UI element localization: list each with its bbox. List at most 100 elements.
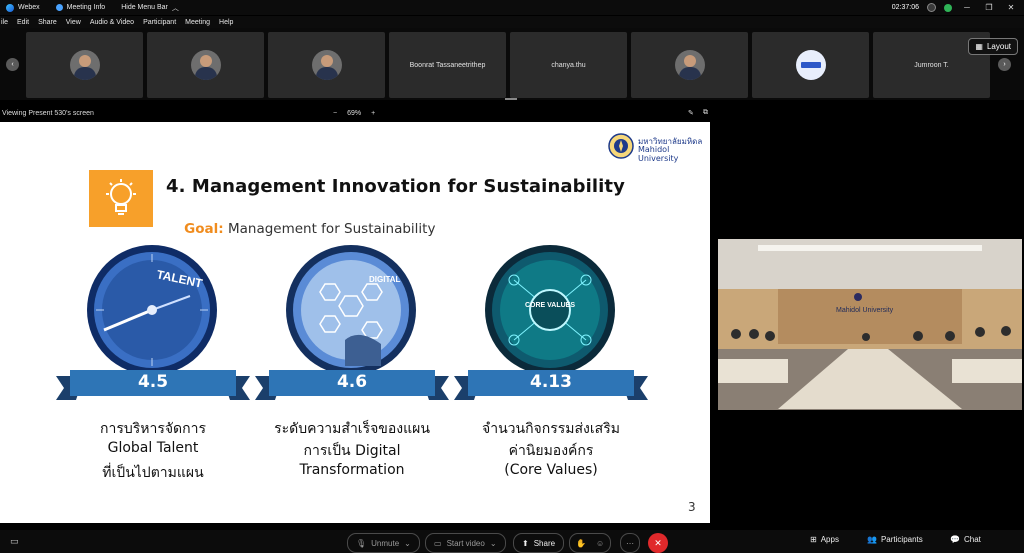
chat-button[interactable]: 💬 Chat [950,535,981,544]
menu-meeting[interactable]: Meeting [185,19,210,26]
layout-label: Layout [986,42,1011,51]
meeting-info-button[interactable]: Meeting Info [55,4,106,11]
close-icon: ✕ [654,537,662,548]
menu-audio-video[interactable]: Audio & Video [90,19,134,26]
apps-label: Apps [820,535,839,544]
slide-title: 4. Management Innovation for Sustainabil… [166,176,625,197]
participant-strip: ‹ Boonrat Tassaneetrithep chanya.thu Jum… [0,28,1024,100]
participant-tile[interactable] [752,32,869,98]
goal-label: Goal: [184,221,224,237]
app-name: Webex [18,4,40,11]
menu-edit[interactable]: Edit [17,19,29,26]
emoji-icon: ☺ [595,538,605,548]
share-screen-icon: ⬆ [522,538,529,548]
more-icon: ⋯ [626,538,634,548]
participant-name: Jumroon T. [914,61,949,69]
menu-help[interactable]: Help [219,19,233,26]
participants-button[interactable]: 👥 Participants [867,535,923,544]
popout-icon[interactable]: ⧉ [703,109,708,117]
layout-button[interactable]: ▦ Layout [968,38,1018,55]
shield-icon [55,4,63,11]
webex-app-menu[interactable]: Webex [6,3,40,12]
menu-view[interactable]: View [66,19,81,26]
share-view-bar: Viewing Present 530's screen − 69% + ✎ ⧉ [0,106,720,120]
share-label: Share [533,538,556,548]
more-options-button[interactable]: ⋯ [620,533,640,553]
chevron-up-icon: ︿ [171,4,179,12]
connection-status-icon [944,3,952,12]
hide-menu-label: Hide Menu Bar [121,4,168,11]
menu-participant[interactable]: Participant [143,19,176,26]
scroll-left-button[interactable]: ‹ [6,58,19,71]
restore-icon[interactable]: ❐ [982,3,996,12]
meeting-info-label: Meeting Info [66,4,106,11]
avatar [69,50,100,80]
avatar [674,50,705,80]
zoom-out-button[interactable]: − [333,110,337,117]
scroll-right-button[interactable]: › [998,58,1011,71]
apps-icon: ⊞ [810,535,817,544]
meeting-control-bar: ▭ 🎙 Unmute ⌄ ▭ Start video ⌄ ⬆ Share ✋ ☺… [0,530,1024,553]
university-name-english: Mahidol University [638,145,679,163]
chat-icon: 💬 [950,535,960,544]
captions-icon[interactable]: ▭ [10,536,19,547]
microphone-muted-icon: 🎙 [356,538,367,548]
room-scene [718,239,1022,410]
participant-tile[interactable] [631,32,748,98]
talent-compass-image: TALENT [87,245,217,375]
kpi-code: 4.6 [336,372,368,392]
apps-button[interactable]: ⊞ Apps [810,535,839,544]
participant-name: Boonrat Tassaneetrithep [409,61,486,69]
core-values-image-text: CORE VALUES [525,302,575,309]
shared-screen: มหาวิทยาลัยมหิดล Mahidol University 4. M… [0,122,710,523]
annotate-icon[interactable]: ✎ [688,109,694,117]
title-bar: Webex Meeting Info Hide Menu Bar ︿ 02:37… [0,0,1024,15]
kpi-code: 4.5 [137,372,169,392]
start-video-label: Start video [446,538,485,548]
chevron-right-icon: › [1003,61,1006,68]
participants-label: Participants [880,535,923,544]
minimize-icon[interactable]: ─ [960,3,974,12]
chevron-left-icon: ‹ [11,61,14,68]
zoom-controls: − 69% + [333,110,375,117]
webex-logo-icon [6,3,14,12]
menu-share[interactable]: Share [38,19,57,26]
strip-resize-handle[interactable] [505,98,517,100]
meeting-timer: 02:37:06 [891,4,919,11]
hide-menu-bar-button[interactable]: Hide Menu Bar ︿ [121,3,179,13]
participant-tile[interactable] [268,32,385,98]
recording-status-icon [927,3,936,12]
meeting-room-video[interactable]: Mahidol University [718,239,1022,410]
goal-text: Management for Sustainability [223,221,436,237]
chevron-down-icon: ⌄ [489,538,497,548]
chat-label: Chat [963,535,981,544]
university-seal-icon [608,133,634,159]
participants-icon: 👥 [867,535,877,544]
participant-name: chanya.thu [551,61,586,69]
menu-file[interactable]: ile [1,19,8,26]
slide-page-number: 3 [688,500,696,514]
unmute-label: Unmute [371,538,400,548]
avatar [190,50,221,80]
share-button[interactable]: ⬆ Share [513,533,565,553]
participant-tile[interactable] [147,32,264,98]
participant-tile[interactable]: Boonrat Tassaneetrithep [389,32,506,98]
digital-image-text: DIGITAL [369,275,401,284]
unmute-button[interactable]: 🎙 Unmute ⌄ [347,533,420,553]
video-off-icon: ▭ [434,538,442,548]
participant-tile[interactable]: chanya.thu [510,32,627,98]
close-icon[interactable]: ✕ [1004,3,1018,12]
viewing-status: Viewing Present 530's screen [2,109,94,117]
zoom-in-button[interactable]: + [371,110,375,117]
kpi-code: 4.13 [530,372,572,392]
core-values-image: CORE VALUES [485,245,615,375]
reactions-group[interactable]: ✋ ☺ [569,533,612,553]
start-video-button[interactable]: ▭ Start video ⌄ [425,533,506,553]
avatar [311,50,342,80]
layout-grid-icon: ▦ [975,42,983,51]
room-sign: Mahidol University [836,307,894,314]
participant-tile[interactable] [26,32,143,98]
raise-hand-icon: ✋ [576,538,586,548]
end-meeting-button[interactable]: ✕ [648,533,668,553]
menu-bar: ile Edit Share View Audio & Video Partic… [0,16,1024,28]
